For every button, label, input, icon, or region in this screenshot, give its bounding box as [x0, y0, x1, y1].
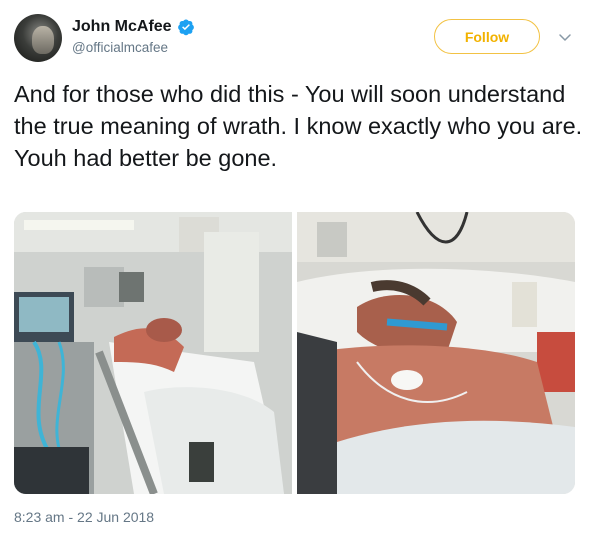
follow-button[interactable]: Follow: [434, 19, 540, 54]
author-name-row: John McAfee: [72, 18, 195, 36]
tweet-timestamp[interactable]: 8:23 am - 22 Jun 2018: [14, 509, 154, 525]
tweet-text: And for those who did this - You will so…: [14, 81, 583, 171]
avatar-face: [32, 26, 54, 54]
author-display-name[interactable]: John McAfee: [72, 18, 172, 36]
author-handle[interactable]: @officialmcafee: [72, 40, 168, 55]
verified-badge-icon: [177, 18, 195, 36]
chevron-down-icon[interactable]: [558, 30, 572, 44]
media-grid: [14, 212, 575, 494]
hospital-photo-right[interactable]: [297, 212, 575, 494]
author-avatar[interactable]: [14, 14, 62, 62]
tweet-card: John McAfee @officialmcafee Follow And f…: [0, 0, 597, 538]
hospital-photo-left[interactable]: [14, 212, 292, 494]
